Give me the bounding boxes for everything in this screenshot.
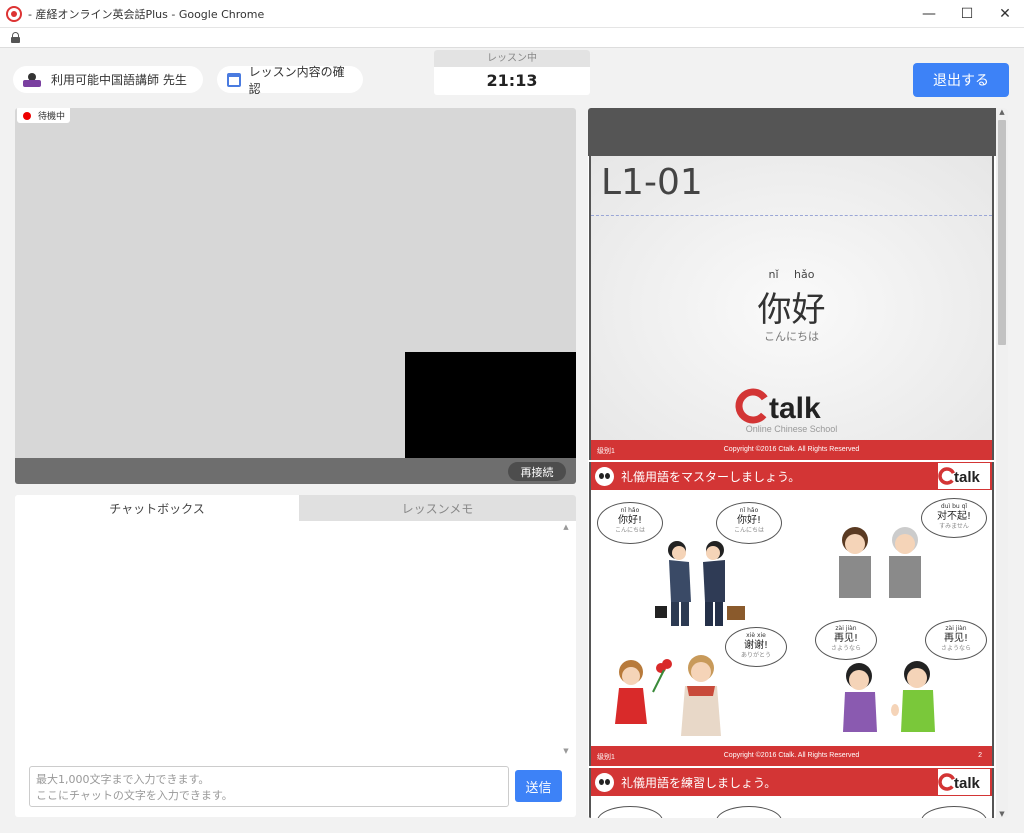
app-icon [6, 5, 22, 22]
slide-1-footer: 级别1 Copyright ©2016 Ctalk. All Rights Re… [591, 440, 992, 460]
timer-label: レッスン中 [434, 50, 590, 67]
chat-scrollbar[interactable]: ▲ ▼ [561, 523, 571, 755]
video-panel: 待機中 再接続 [15, 108, 576, 484]
slide-3-title: 礼儀用語を練習しましょう。 [621, 775, 777, 790]
chat-input-placeholder-line2: ここにチャットの文字を入力できます。 [36, 789, 233, 802]
video-controls-bar: 再接続 [15, 458, 576, 484]
slide-3-title-bar: 礼儀用語を練習しましょう。 talk [591, 768, 992, 796]
minimize-button[interactable]: — [910, 0, 948, 28]
self-video [405, 352, 576, 458]
lesson-code: L1-01 [601, 162, 703, 203]
address-bar [0, 28, 1024, 48]
maximize-button[interactable]: ☐ [948, 0, 986, 28]
thanking-girls-illustration [615, 655, 721, 736]
scroll-up-icon[interactable]: ▲ [561, 523, 571, 531]
timer-value: 21:13 [486, 71, 538, 90]
scroll-down-icon[interactable]: ▼ [561, 747, 571, 755]
bowing-businessmen-illustration [655, 541, 745, 626]
status-badge: 待機中 [17, 108, 71, 123]
speech-bubble [921, 806, 987, 818]
slide-2-title-bar: 礼儀用語をマスターしましょう。 talk [591, 462, 992, 490]
lesson-content-button[interactable]: レッスン内容の確認 [217, 65, 363, 96]
status-dot-icon [23, 111, 31, 120]
svg-text:talk: talk [954, 775, 981, 792]
slide-hanzi: 你好 [757, 290, 826, 330]
window-titlebar: - 産経オンライン英会話Plus - Google Chrome — ☐ ✕ [0, 0, 1024, 28]
chat-input-placeholder-line1: 最大1,000文字まで入力できます。 [36, 773, 210, 786]
apologizing-men-illustration [839, 527, 921, 598]
reconnect-button[interactable]: 再接続 [508, 462, 566, 481]
footer-copyright: Copyright ©2016 Ctalk. All Rights Reserv… [723, 446, 860, 453]
slide-3: 礼儀用語を練習しましょう。 talk [589, 768, 994, 818]
teacher-icon [23, 72, 41, 87]
slide-pinyin: nǐ hǎo [768, 268, 815, 281]
tab-chatbox[interactable]: チャットボックス [15, 495, 299, 521]
slide-1: L1-01 nǐ hǎo 你好 こんにちは talk Online Chines… [589, 156, 994, 460]
tab-lesson-memo[interactable]: レッスンメモ [299, 495, 576, 521]
lock-icon[interactable] [11, 32, 20, 43]
slide-2: 礼儀用語をマスターしましょう。 talk nǐ hǎo 你好! こんにちは nǐ… [589, 462, 994, 766]
close-window-button[interactable]: ✕ [986, 0, 1024, 28]
divider [591, 215, 992, 216]
slides-scrollbar[interactable]: ▲ ▼ [996, 108, 1008, 818]
teacher-pill[interactable]: 利用可能中国語講師 先生 [13, 66, 203, 93]
speech-bubble: zài jiàn 再见! さようなら [925, 620, 987, 660]
chat-input[interactable]: 最大1,000文字まで入力できます。 ここにチャットの文字を入力できます。 [29, 766, 509, 807]
speech-bubble [716, 806, 782, 818]
ctalk-mini-logo: talk [938, 769, 990, 795]
ctalk-mini-logo: talk [938, 463, 990, 489]
status-label: 待機中 [38, 112, 66, 122]
panda-icon [595, 466, 614, 486]
slide-2-footer: 级别1 Copyright ©2016 Ctalk. All Rights Re… [591, 746, 992, 766]
slides-panel: L1-01 nǐ hǎo 你好 こんにちは talk Online Chines… [588, 108, 1008, 818]
slides-header [588, 108, 996, 156]
lesson-timer: レッスン中 21:13 [434, 50, 590, 95]
window-controls: — ☐ ✕ [910, 0, 1024, 28]
speech-bubble: zài jiàn 再见! さようなら [815, 620, 877, 660]
window-title: - 産経オンライン英会話Plus - Google Chrome [28, 7, 265, 21]
speech-bubble [597, 806, 663, 818]
footer-page-number: 2 [978, 752, 982, 759]
exit-button[interactable]: 退出する [913, 63, 1009, 97]
panda-icon [595, 772, 614, 792]
lesson-content-label: レッスン内容の確認 [248, 64, 345, 96]
send-button[interactable]: 送信 [515, 770, 562, 802]
scroll-up-icon[interactable]: ▲ [996, 108, 1008, 116]
svg-text:talk: talk [954, 469, 981, 486]
footer-copyright: Copyright ©2016 Ctalk. All Rights Reserv… [723, 752, 860, 759]
chat-panel: チャットボックス レッスンメモ ▲ ▼ 最大1,000文字まで入力できます。 こ… [15, 495, 576, 817]
logo-subtitle: Online Chinese School [745, 424, 838, 434]
chat-tabs: チャットボックス レッスンメモ [15, 495, 576, 521]
calendar-icon [227, 72, 241, 87]
slide-2-title: 礼儀用語をマスターしましょう。 [621, 469, 801, 484]
waving-girls-illustration [843, 661, 935, 732]
slide-kana: こんにちは [764, 330, 819, 343]
scrollbar-thumb[interactable] [998, 120, 1006, 345]
teacher-label: 利用可能中国語講師 先生 [51, 73, 187, 87]
scroll-down-icon[interactable]: ▼ [996, 810, 1008, 818]
svg-text:talk: talk [769, 392, 821, 425]
